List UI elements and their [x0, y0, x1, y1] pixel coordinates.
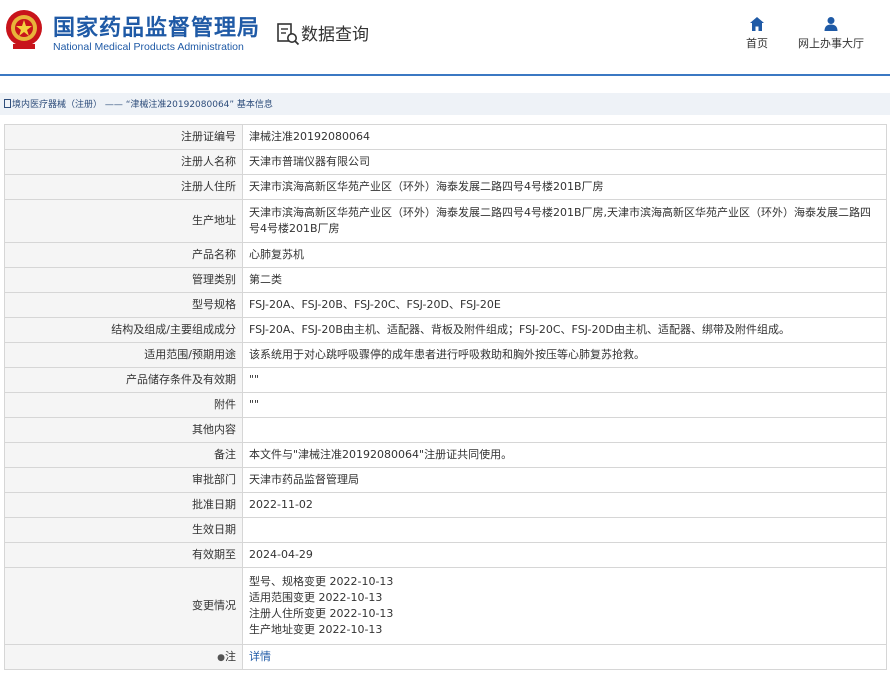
table-row: 其他内容 — [4, 417, 887, 443]
field-label: 批准日期 — [4, 492, 243, 518]
field-label: 生效日期 — [4, 517, 243, 543]
table-row: 注册人住所 天津市滨海高新区华苑产业区（环外）海泰发展二路四号4号楼201B厂房 — [4, 174, 887, 200]
field-value — [242, 417, 887, 443]
site-subtitle: National Medical Products Administration — [53, 41, 244, 53]
field-label: 注册人名称 — [4, 149, 243, 175]
site-header: 国家药品监督管理局 National Medical Products Admi… — [0, 0, 890, 72]
field-value: "" — [242, 392, 887, 418]
change-item: 适用范围变更 2022-10-13 — [249, 591, 383, 604]
nav-home[interactable]: 首页 — [742, 16, 772, 51]
table-row: 备注 本文件与"津械注准20192080064"注册证共同使用。 — [4, 442, 887, 468]
breadcrumb: 境内医疗器械（注册） —— “津械注准20192080064” 基本信息 — [0, 93, 890, 115]
data-query-icon — [277, 23, 300, 46]
change-history: 型号、规格变更 2022-10-13 适用范围变更 2022-10-13 注册人… — [242, 567, 887, 645]
breadcrumb-section-link[interactable]: 境内医疗器械（注册） — [12, 100, 102, 110]
details-link[interactable]: 详情 — [249, 650, 271, 663]
user-icon — [824, 17, 838, 31]
field-value: 津械注准20192080064 — [242, 124, 887, 150]
field-label: ●注 — [4, 644, 243, 670]
device-detail-table: 注册证编号 津械注准20192080064 注册人名称 天津市普瑞仪器有限公司 注册人住… — [4, 124, 887, 670]
field-label: 型号规格 — [4, 292, 243, 318]
field-value: FSJ-20A、FSJ-20B、FSJ-20C、FSJ-20D、FSJ-20E — [242, 292, 887, 318]
field-label: 有效期至 — [4, 542, 243, 568]
field-value: 第二类 — [242, 267, 887, 293]
table-row: ●注 详情 — [4, 644, 887, 670]
change-item: 型号、规格变更 2022-10-13 — [249, 575, 394, 588]
table-row: 产品储存条件及有效期 "" — [4, 367, 887, 393]
field-label: 变更情况 — [4, 567, 243, 645]
document-icon — [4, 99, 11, 108]
home-icon — [750, 17, 764, 31]
field-label: 附件 — [4, 392, 243, 418]
field-label: 审批部门 — [4, 467, 243, 493]
field-label: 产品储存条件及有效期 — [4, 367, 243, 393]
breadcrumb-separator: —— — [102, 100, 126, 110]
table-row: 变更情况 型号、规格变更 2022-10-13 适用范围变更 2022-10-1… — [4, 567, 887, 645]
table-row: 注册人名称 天津市普瑞仪器有限公司 — [4, 149, 887, 175]
field-value: 天津市药品监督管理局 — [242, 467, 887, 493]
change-item: 生产地址变更 2022-10-13 — [249, 623, 383, 636]
field-label: 管理类别 — [4, 267, 243, 293]
pin-icon: ● — [217, 652, 225, 663]
field-value: "" — [242, 367, 887, 393]
field-label: 注册证编号 — [4, 124, 243, 150]
nav-online-office[interactable]: 网上办事大厅 — [796, 16, 866, 51]
table-row: 附件 "" — [4, 392, 887, 418]
breadcrumb-current: “津械注准20192080064” 基本信息 — [125, 100, 273, 110]
field-label: 其他内容 — [4, 417, 243, 443]
field-label: 结构及组成/主要组成成分 — [4, 317, 243, 343]
header-divider — [0, 74, 890, 76]
table-row: 型号规格 FSJ-20A、FSJ-20B、FSJ-20C、FSJ-20D、FSJ-… — [4, 292, 887, 318]
field-value: 天津市普瑞仪器有限公司 — [242, 149, 887, 175]
table-row: 审批部门 天津市药品监督管理局 — [4, 467, 887, 493]
field-value: FSJ-20A、FSJ-20B由主机、适配器、背板及附件组成；FSJ-20C、F… — [242, 317, 887, 343]
field-value: 2022-11-02 — [242, 492, 887, 518]
table-row: 有效期至 2024-04-29 — [4, 542, 887, 568]
field-label: 生产地址 — [4, 199, 243, 243]
nav-online-office-label: 网上办事大厅 — [798, 37, 864, 50]
page-section-title: 数据查询 — [301, 25, 369, 45]
table-row: 适用范围/预期用途 该系统用于对心跳呼吸骤停的成年患者进行呼吸救助和胸外按压等心肺… — [4, 342, 887, 368]
table-row: 生产地址 天津市滨海高新区华苑产业区（环外）海泰发展二路四号4号楼201B厂房,天… — [4, 199, 887, 243]
field-value: 该系统用于对心跳呼吸骤停的成年患者进行呼吸救助和胸外按压等心肺复苏抢救。 — [242, 342, 887, 368]
nav-home-label: 首页 — [746, 37, 768, 50]
field-value — [242, 517, 887, 543]
table-row: 生效日期 — [4, 517, 887, 543]
field-value: 本文件与"津械注准20192080064"注册证共同使用。 — [242, 442, 887, 468]
table-row: 管理类别 第二类 — [4, 267, 887, 293]
note-label: 注 — [225, 649, 236, 663]
field-label: 注册人住所 — [4, 174, 243, 200]
national-emblem-logo — [6, 10, 42, 49]
table-row: 产品名称 心肺复苏机 — [4, 242, 887, 268]
field-value: 心肺复苏机 — [242, 242, 887, 268]
field-label: 备注 — [4, 442, 243, 468]
table-row: 结构及组成/主要组成成分 FSJ-20A、FSJ-20B由主机、适配器、背板及附件… — [4, 317, 887, 343]
table-row: 批准日期 2022-11-02 — [4, 492, 887, 518]
change-item: 注册人住所变更 2022-10-13 — [249, 607, 394, 620]
table-row: 注册证编号 津械注准20192080064 — [4, 124, 887, 150]
field-label: 适用范围/预期用途 — [4, 342, 243, 368]
field-value: 天津市滨海高新区华苑产业区（环外）海泰发展二路四号4号楼201B厂房 — [242, 174, 887, 200]
site-title: 国家药品监督管理局 — [53, 16, 261, 41]
field-value: 2024-04-29 — [242, 542, 887, 568]
field-value: 天津市滨海高新区华苑产业区（环外）海泰发展二路四号4号楼201B厂房,天津市滨海… — [242, 199, 887, 243]
field-label: 产品名称 — [4, 242, 243, 268]
